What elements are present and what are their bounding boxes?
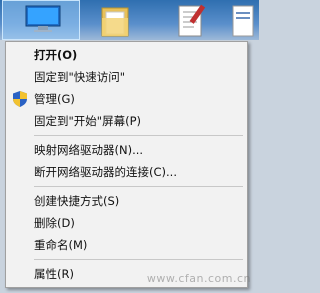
- menu-item-map-network-drive[interactable]: 映射网络驱动器(N)...: [6, 139, 247, 161]
- menu-item-delete[interactable]: 删除(D): [6, 212, 247, 234]
- context-menu: 打开(O) 固定到"快速访问" 管理(G) 固定到"开始"屏幕(P) 映射网络驱…: [5, 41, 248, 288]
- menu-separator: [34, 186, 243, 187]
- menu-separator: [34, 135, 243, 136]
- menu-item-manage[interactable]: 管理(G): [6, 88, 247, 110]
- menu-separator: [34, 259, 243, 260]
- watermark: www.cfan.com.cn: [146, 272, 251, 285]
- menu-item-create-shortcut[interactable]: 创建快捷方式(S): [6, 190, 247, 212]
- document-icon[interactable]: [232, 4, 254, 38]
- menu-item-rename[interactable]: 重命名(M): [6, 234, 247, 256]
- uac-shield-icon: [13, 91, 27, 107]
- menu-item-pin-quick-access[interactable]: 固定到"快速访问": [6, 66, 247, 88]
- menu-item-manage-label: 管理(G): [34, 92, 75, 106]
- notepad-icon[interactable]: [176, 2, 206, 38]
- menu-item-disconnect-network-drive[interactable]: 断开网络驱动器的连接(C)...: [6, 161, 247, 183]
- this-pc-icon-selection[interactable]: [2, 0, 80, 40]
- menu-item-open[interactable]: 打开(O): [6, 44, 247, 66]
- desktop-strip: [0, 0, 259, 40]
- menu-item-pin-start[interactable]: 固定到"开始"屏幕(P): [6, 110, 247, 132]
- folder-icon[interactable]: [100, 4, 130, 38]
- computer-icon: [25, 5, 61, 32]
